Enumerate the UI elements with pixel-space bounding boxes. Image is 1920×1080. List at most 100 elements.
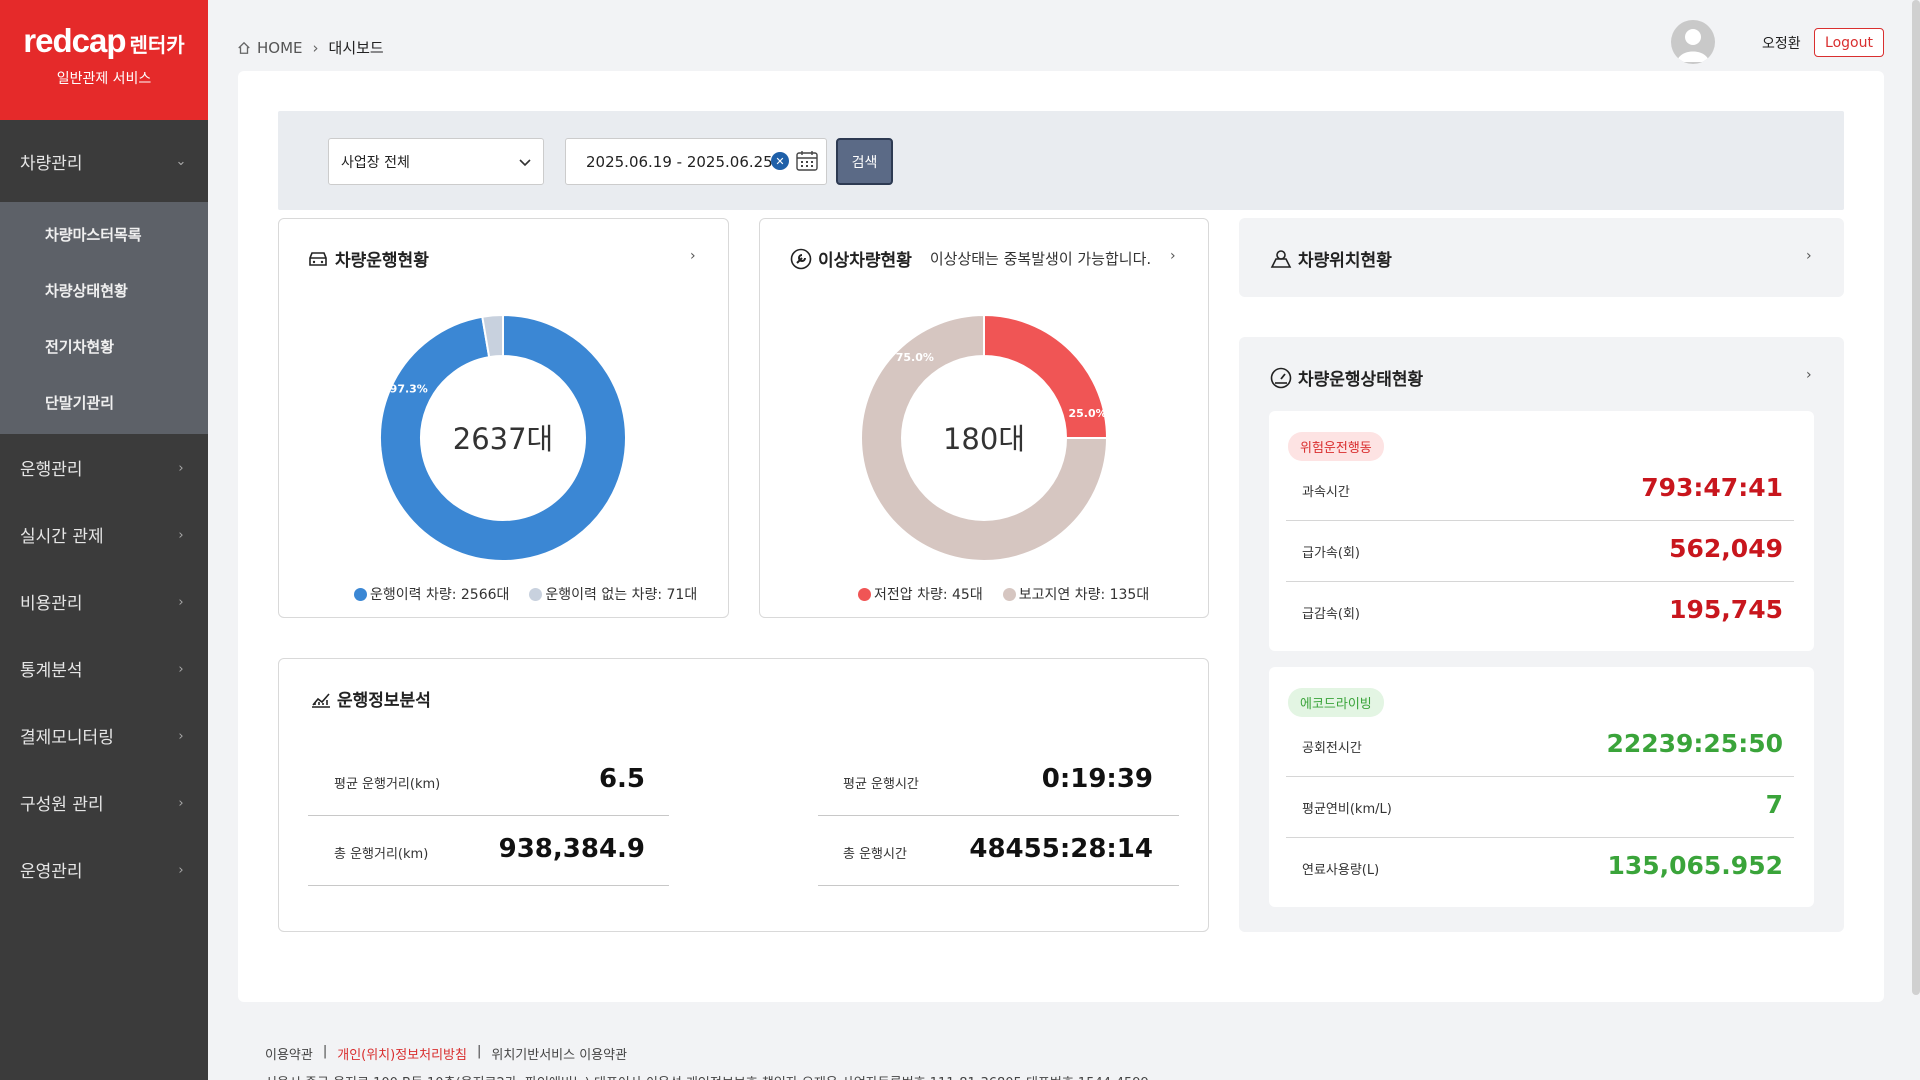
divider [818,885,1179,886]
speeding-time-value: 793:47:41 [1641,473,1783,502]
sidebar-subitem-terminal[interactable]: 단말기관리 [0,374,208,430]
abnormal-vehicle-title[interactable]: 이상차량현황 이상상태는 중복발생이 가능합니다. [790,246,1151,271]
divider [1286,837,1794,838]
footer-separator: | [322,1044,328,1059]
slice-percent-label: 25.0% [1068,407,1106,420]
sidebar: redcap 렌터카 일반관제 서비스 차량관리 ⌄ 차량마스터목록 차량상태현황… [0,0,208,1080]
slice-percent-label: 97.3% [390,382,428,395]
avg-distance-value: 6.5 [598,764,645,794]
donut-center-label: 2637대 [453,422,553,456]
driving-analysis-title: 운행정보분석 [311,686,431,711]
divider [1286,520,1794,521]
scrollbar[interactable] [1912,0,1920,995]
submenu-vehicle-management: 차량마스터목록 차량상태현황 전기차현황 단말기관리 [0,202,208,434]
avg-distance-label: 평균 운행거리(km) [334,777,441,792]
chevron-right-icon[interactable]: › [1170,248,1176,264]
avatar[interactable] [1671,20,1715,64]
calendar-icon[interactable] [796,150,818,172]
total-distance-value: 938,384.9 [498,834,645,864]
avg-fuel-value: 7 [1765,790,1783,819]
site-select-value: 사업장 전체 [341,154,410,171]
chevron-right-icon[interactable]: › [690,248,696,264]
abnormal-note: 이상상태는 중복발생이 가능합니다. [929,250,1152,268]
sidebar-subitem-ev-status[interactable]: 전기차현황 [0,318,208,374]
sidebar-item-cost[interactable]: 비용관리 › [0,568,208,635]
driving-status-title[interactable]: 차량운행상태현황 [1270,365,1423,390]
footer-location-terms-link[interactable]: 위치기반서비스 이용약관 [491,1044,627,1063]
legend-item: 운행이력 없는 차량: 71대 [529,584,697,604]
chevron-right-icon: › [178,460,184,476]
user-icon [1677,29,1709,62]
divider [818,815,1179,816]
chevron-right-icon[interactable]: › [1806,248,1812,264]
speeding-time-label: 과속시간 [1302,485,1350,500]
total-time-label: 총 운행시간 [843,847,907,862]
sudden-accel-label: 급가속(회) [1302,546,1360,561]
footer-separator: | [476,1044,482,1059]
legend-item: 운행이력 차량: 2566대 [354,584,509,604]
sidebar-item-label: 운영관리 [20,862,83,882]
sidebar-item-members[interactable]: 구성원 관리 › [0,769,208,836]
search-button[interactable]: 검색 [836,138,893,185]
sidebar-item-label: 운행관리 [20,460,83,480]
sidebar-subitem-vehicle-master[interactable]: 차량마스터목록 [0,206,208,262]
chevron-right-icon: › [178,527,184,543]
home-icon [238,41,250,54]
sidebar-item-payment[interactable]: 결제모니터링 › [0,702,208,769]
sidebar-item-label: 구성원 관리 [20,795,104,815]
footer-terms-link[interactable]: 이용약관 [265,1044,313,1063]
service-name: 일반관제 서비스 [56,71,152,87]
gauge-icon [1270,367,1292,388]
chevron-down-icon: ⌄ [175,154,187,169]
clear-icon[interactable]: ✕ [771,152,789,170]
sidebar-item-label: 비용관리 [20,594,83,614]
abnormal-vehicle-legend: 저전압 차량: 45대 보고지연 차량: 135대 [858,584,1149,604]
sudden-decel-value: 195,745 [1669,595,1783,624]
sidebar-subitem-vehicle-status[interactable]: 차량상태현황 [0,262,208,318]
vehicle-operation-title[interactable]: 차량운행현황 [307,246,429,271]
brand-logo: redcap 렌터카 [23,22,185,59]
idling-time-label: 공회전시간 [1302,741,1362,756]
sidebar-item-admin[interactable]: 운영관리 › [0,836,208,903]
chevron-right-icon: › [178,862,184,878]
footer-links: 이용약관 | 개인(위치)정보처리방침 | 위치기반서비스 이용약관 [265,1044,627,1063]
idling-time-value: 22239:25:50 [1606,729,1783,758]
chevron-right-icon: › [178,728,184,744]
breadcrumb: HOME › 대시보드 [237,37,384,58]
sidebar-item-vehicle-management[interactable]: 차량관리 ⌄ [0,120,208,202]
sudden-accel-value: 562,049 [1669,534,1783,563]
sidebar-item-realtime[interactable]: 실시간 관제 › [0,501,208,568]
brand-header[interactable]: redcap 렌터카 일반관제 서비스 [0,0,208,120]
sidebar-item-statistics[interactable]: 통계분석 › [0,635,208,702]
legend-item: 보고지연 차량: 135대 [1002,584,1149,604]
total-time-value: 48455:28:14 [969,834,1153,864]
user-name: 오정환 [1762,36,1801,52]
sidebar-item-operation[interactable]: 운행관리 › [0,434,208,501]
breadcrumb-home[interactable]: HOME [257,39,303,57]
chevron-right-icon[interactable]: › [1806,367,1812,383]
site-select[interactable]: 사업장 전체 [328,138,544,185]
fuel-used-value: 135,065.952 [1607,851,1783,880]
vehicle-operation-legend: 운행이력 차량: 2566대 운행이력 없는 차량: 71대 [354,584,697,604]
total-distance-label: 총 운행거리(km) [334,847,429,862]
map-pin-icon [1270,249,1292,268]
footer-company-info: 서울시 중구 을지로 100 B동 10층(을지로2가, 파인애비뉴) 대표이사… [265,1072,1149,1080]
slice-percent-label: 75.0% [896,351,934,364]
legend-item: 저전압 차량: 45대 [858,584,983,604]
fuel-used-label: 연료사용량(L) [1302,863,1380,878]
sudden-decel-label: 급감속(회) [1302,607,1360,622]
divider [1286,776,1794,777]
avg-time-value: 0:19:39 [1041,764,1153,794]
chevron-down-icon [519,158,531,166]
sidebar-item-label: 결제모니터링 [20,728,114,748]
logout-button[interactable]: Logout [1814,28,1884,57]
chevron-right-icon: › [178,661,184,677]
divider [308,815,669,816]
date-range-value: 2025.06.19 - 2025.06.25 [586,152,773,171]
eco-driving-pill: 에코드라이빙 [1288,688,1384,717]
sidebar-item-label: 차량관리 [20,153,83,174]
chevron-right-icon: › [178,594,184,610]
divider [308,885,669,886]
location-title[interactable]: 차량위치현황 [1270,246,1392,271]
footer-privacy-link[interactable]: 개인(위치)정보처리방침 [337,1044,467,1063]
